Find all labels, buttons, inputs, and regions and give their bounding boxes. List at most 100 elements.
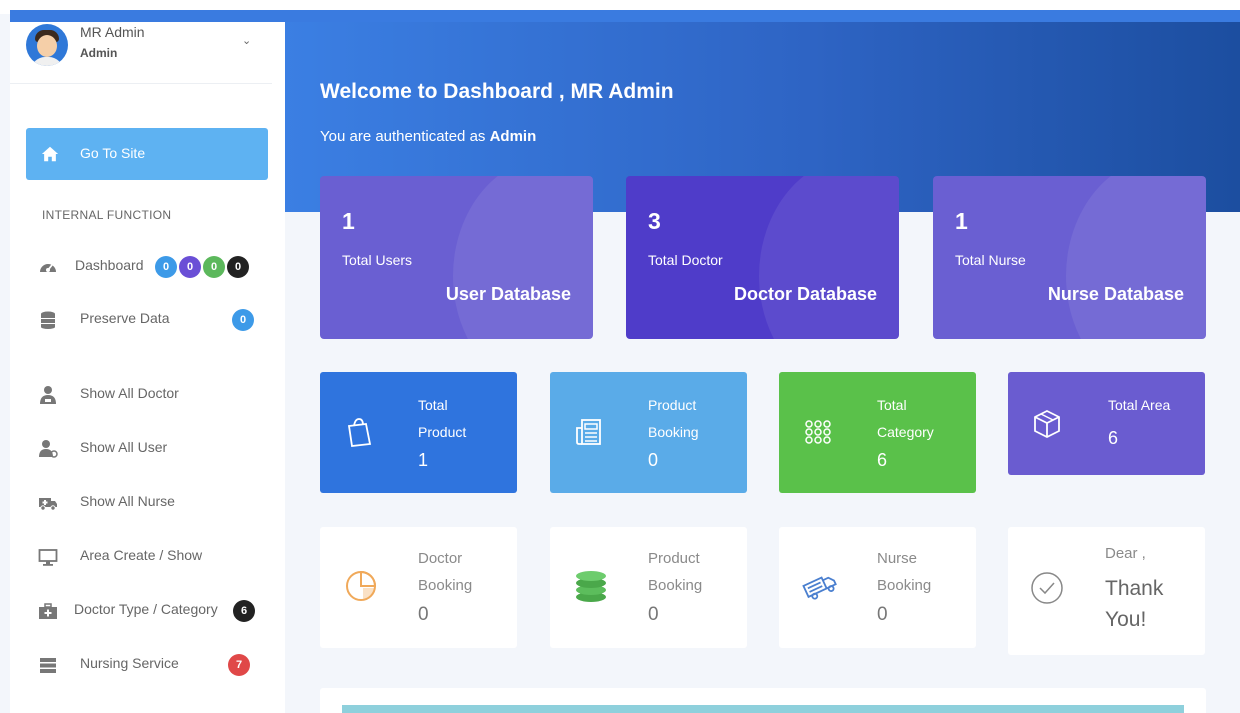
stat-card-product-booking[interactable]: Product Booking 0	[550, 372, 747, 493]
badge: 7	[228, 654, 250, 676]
newspaper-icon	[576, 419, 601, 445]
sidebar-item-label: Nursing Service	[80, 655, 179, 671]
soft-line2: Booking	[648, 577, 703, 594]
sidebar-item-label: Show All Nurse	[80, 493, 175, 509]
thank-you-message: Thank You!	[1105, 573, 1163, 635]
sidebar-item-label: Doctor Type / Category	[74, 601, 218, 617]
stat-line2: Category	[877, 424, 934, 440]
dashboard-icon	[40, 264, 56, 272]
soft-card-thank-you: Dear , Thank You!	[1008, 527, 1205, 655]
stat-title: Total Product	[418, 392, 466, 446]
page-title: Welcome to Dashboard , MR Admin	[320, 80, 674, 103]
server-icon	[40, 658, 56, 673]
stat-line1: Total	[877, 397, 907, 413]
sidebar-item-label: Show All User	[80, 439, 168, 455]
stat-card-total-category[interactable]: Total Category 6	[779, 372, 976, 493]
stat-value: 0	[648, 450, 659, 470]
soft-title: Nurse Booking	[877, 545, 931, 599]
db-count: 1	[342, 208, 355, 234]
monitor-icon	[38, 549, 58, 566]
sidebar-item-show-all-nurse[interactable]: Show All Nurse	[30, 487, 280, 517]
ambulance-icon	[39, 498, 57, 511]
sidebar-item-doctor-type-category[interactable]: Doctor Type / Category 6	[30, 595, 280, 625]
chart-strip	[342, 705, 1184, 713]
sidebar-item-dashboard[interactable]: Dashboard 0 0 0 0	[30, 251, 280, 281]
soft-card-doctor-booking[interactable]: Doctor Booking 0	[320, 527, 517, 648]
soft-card-nurse-booking[interactable]: Nurse Booking 0	[779, 527, 976, 648]
database-icon	[41, 311, 55, 329]
shopping-bag-icon	[347, 418, 372, 447]
user-name: MR Admin	[80, 24, 145, 40]
you-line: You!	[1105, 608, 1147, 631]
badge: 0	[232, 309, 254, 331]
badge: 0	[227, 256, 249, 278]
bottom-panel	[320, 688, 1206, 713]
sidebar-item-label: Dashboard	[75, 257, 144, 273]
medkit-icon	[39, 603, 57, 619]
stat-title: Total Category	[877, 392, 934, 446]
stat-value: 6	[877, 450, 888, 470]
stat-title: Total Area	[1108, 392, 1170, 419]
user-role: Admin	[80, 46, 118, 60]
pie-chart-icon	[346, 570, 377, 601]
badge: 0	[203, 256, 225, 278]
sidebar-item-nursing-service[interactable]: Nursing Service 7	[30, 649, 280, 679]
sidebar-item-label: Preserve Data	[80, 310, 170, 326]
thank-line: Thank	[1105, 577, 1164, 600]
soft-card-product-booking[interactable]: Product Booking 0	[550, 527, 747, 648]
db-link[interactable]: User Database	[446, 284, 571, 305]
soft-line2: Booking	[877, 577, 932, 594]
thank-you-greeting: Dear ,	[1105, 545, 1146, 562]
db-count: 1	[955, 208, 968, 234]
soft-title: Product Booking	[648, 545, 702, 599]
chevron-down-icon[interactable]: ⌄	[242, 34, 251, 47]
go-to-site-label: Go To Site	[80, 145, 146, 161]
doctor-icon	[40, 386, 56, 404]
stat-line1: Total	[418, 397, 448, 413]
db-link[interactable]: Nurse Database	[1048, 284, 1184, 305]
soft-line1: Product	[648, 550, 700, 567]
stat-title: Product Booking	[648, 392, 699, 446]
db-name: Total Nurse	[955, 252, 1026, 268]
sidebar-item-preserve-data[interactable]: Preserve Data 0	[30, 304, 280, 334]
coins-icon	[576, 571, 606, 602]
soft-title: Doctor Booking	[418, 545, 472, 599]
user-icon	[39, 440, 58, 458]
sidebar-item-show-all-user[interactable]: Show All User	[30, 433, 280, 463]
db-card-doctor[interactable]: 3 Total Doctor Doctor Database	[626, 176, 899, 339]
stat-line2: Booking	[648, 424, 699, 440]
truck-icon	[802, 576, 837, 600]
db-name: Total Users	[342, 252, 413, 268]
avatar[interactable]	[26, 24, 68, 66]
sidebar-item-label: Area Create / Show	[80, 547, 203, 563]
stat-card-total-area[interactable]: Total Area 6	[1008, 372, 1205, 475]
stat-line1: Product	[648, 397, 697, 413]
sidebar-item-label: Show All Doctor	[80, 385, 179, 401]
sidebar-item-area-create-show[interactable]: Area Create / Show	[30, 541, 280, 571]
db-name: Total Doctor	[648, 252, 723, 268]
soft-line1: Nurse	[877, 550, 918, 567]
section-title: INTERNAL FUNCTION	[42, 208, 172, 222]
stat-card-total-product[interactable]: Total Product 1	[320, 372, 517, 493]
badge: 0	[179, 256, 201, 278]
db-link[interactable]: Doctor Database	[734, 284, 877, 305]
stat-value: 6	[1108, 428, 1119, 448]
soft-value: 0	[418, 604, 429, 625]
stat-line1: Total Area	[1108, 397, 1171, 413]
db-card-nurse[interactable]: 1 Total Nurse Nurse Database	[933, 176, 1206, 339]
stat-value: 1	[418, 450, 429, 470]
soft-value: 0	[877, 604, 888, 625]
grid-dots-icon	[805, 420, 831, 444]
check-circle-icon	[1031, 572, 1063, 604]
db-count: 3	[648, 208, 661, 234]
soft-line2: Booking	[418, 577, 473, 594]
badge: 6	[233, 600, 255, 622]
home-icon	[41, 146, 59, 162]
stat-line2: Product	[418, 424, 467, 440]
sidebar-item-show-all-doctor[interactable]: Show All Doctor	[30, 379, 280, 409]
subtitle-role: Admin	[489, 128, 537, 145]
page-subtitle: You are authenticated as Admin	[320, 128, 536, 145]
db-card-users[interactable]: 1 Total Users User Database	[320, 176, 593, 339]
badge: 0	[155, 256, 177, 278]
go-to-site-button[interactable]: Go To Site	[26, 128, 268, 180]
